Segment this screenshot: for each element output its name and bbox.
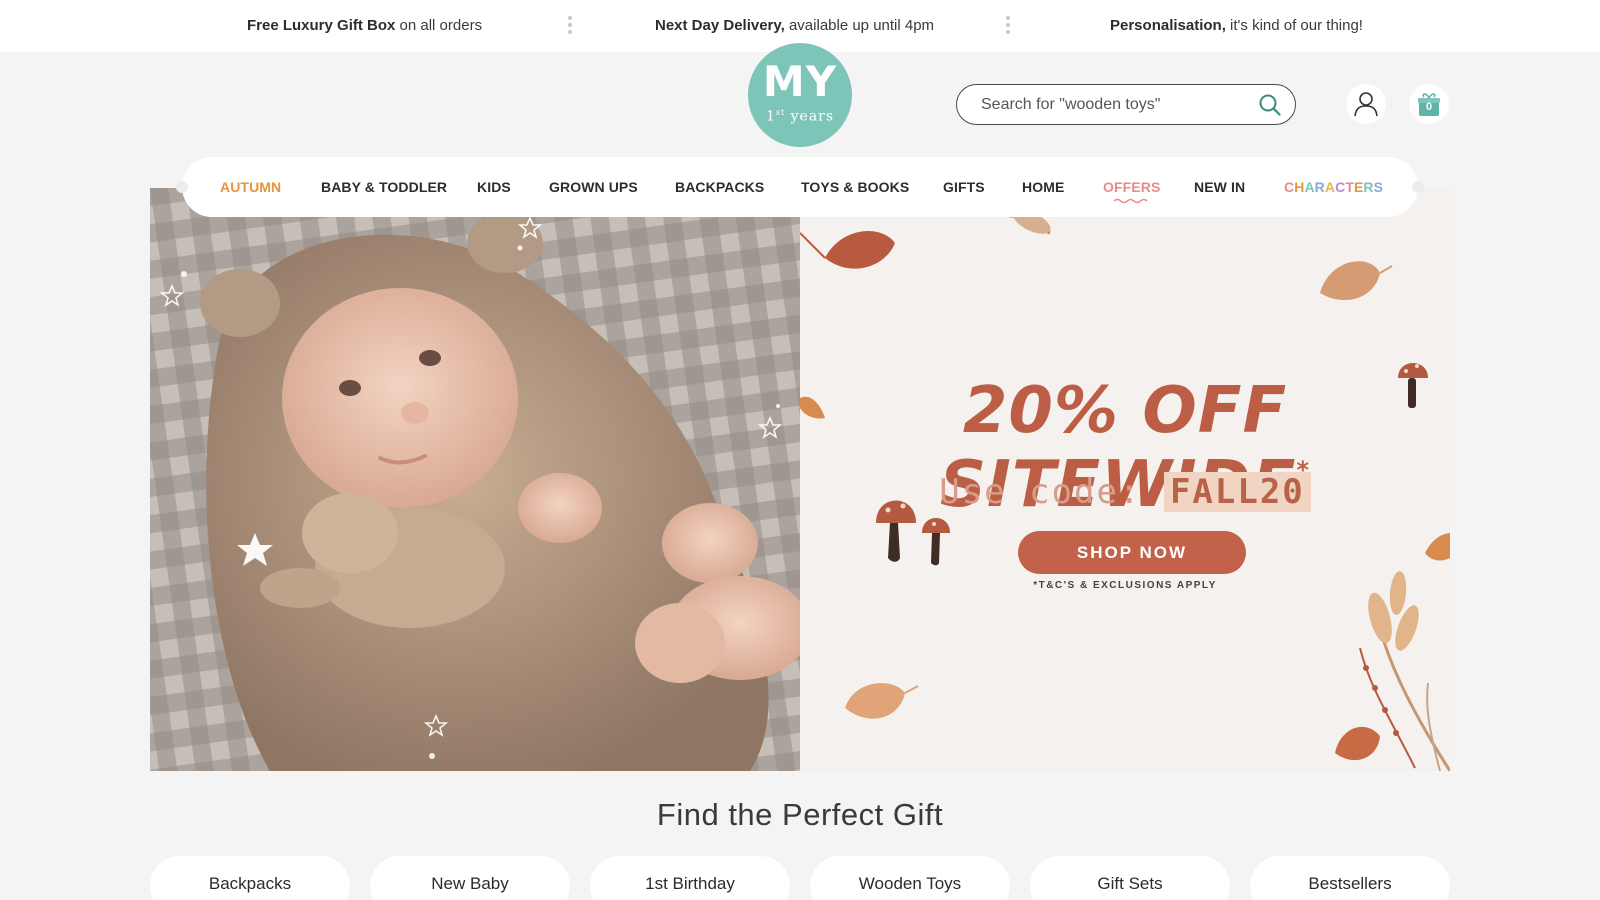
nav-item-offers[interactable]: OFFERS: [1103, 157, 1160, 217]
logo-main-text: MY: [762, 57, 838, 106]
promo-code: FALL20: [1163, 472, 1311, 512]
gift-category-gift-sets[interactable]: Gift Sets: [1030, 856, 1230, 900]
gift-category-backpacks[interactable]: Backpacks: [150, 856, 350, 900]
nav-item-kids[interactable]: KIDS: [477, 157, 511, 217]
gift-category-bestsellers[interactable]: Bestsellers: [1250, 856, 1450, 900]
bag-count: 0: [1425, 101, 1433, 113]
search-box[interactable]: [956, 84, 1296, 125]
nav-item-autumn[interactable]: AUTUMN: [220, 157, 281, 217]
user-icon: [1354, 92, 1378, 117]
nav-item-gifts[interactable]: GIFTS: [943, 157, 985, 217]
baby-photo-illustration: [150, 188, 800, 771]
search-icon[interactable]: [1259, 94, 1281, 116]
nav-item-baby-toddler[interactable]: BABY & TODDLER: [321, 157, 447, 217]
nav-knob: [176, 181, 188, 193]
account-button[interactable]: [1346, 84, 1386, 124]
nav-item-toys-books[interactable]: TOYS & BOOKS: [801, 157, 909, 217]
bag-button[interactable]: 0: [1409, 84, 1449, 124]
hero-banner[interactable]: 20% OFF SITEWIDE* Use code: FALL20 SHOP …: [150, 188, 1450, 771]
main-navigation: AUTUMN BABY & TODDLER KIDS GROWN UPS BAC…: [176, 157, 1424, 217]
hero-photo: [150, 188, 800, 771]
shop-now-button[interactable]: SHOP NOW: [1018, 531, 1246, 574]
gift-category-new-baby[interactable]: New Baby: [370, 856, 570, 900]
squiggle-underline: [1113, 198, 1148, 204]
terms-note: *T&C'S & EXCLUSIONS APPLY: [1033, 580, 1217, 591]
announcement-personalisation: Personalisation, it's kind of our thing!: [1110, 17, 1363, 34]
nav-knob: [1412, 181, 1424, 193]
nav-item-offers-label: OFFERS: [1103, 179, 1161, 195]
leaf-icon: [800, 231, 895, 269]
nav-item-new-in[interactable]: NEW IN: [1194, 157, 1245, 217]
promo-code-line: Use code: FALL20: [800, 472, 1450, 512]
nav-item-home[interactable]: HOME: [1022, 157, 1064, 217]
search-input[interactable]: [981, 93, 1251, 117]
gift-category-1st-birthday[interactable]: 1st Birthday: [590, 856, 790, 900]
separator-dots: [1006, 16, 1010, 36]
nav-item-characters[interactable]: CHARACTERS: [1284, 157, 1383, 217]
hero-promo-panel: 20% OFF SITEWIDE* Use code: FALL20 SHOP …: [800, 188, 1450, 771]
separator-dots: [568, 16, 572, 36]
announcement-gift-box: Free Luxury Gift Box on all orders: [247, 17, 483, 34]
site-logo[interactable]: MY 1st years: [748, 43, 852, 147]
gift-category-wooden-toys[interactable]: Wooden Toys: [810, 856, 1010, 900]
gift-section-title: Find the Perfect Gift: [656, 797, 944, 832]
nav-item-backpacks[interactable]: BACKPACKS: [675, 157, 764, 217]
nav-item-grown-ups[interactable]: GROWN UPS: [549, 157, 638, 217]
logo-sub-text: 1st years: [765, 108, 835, 125]
